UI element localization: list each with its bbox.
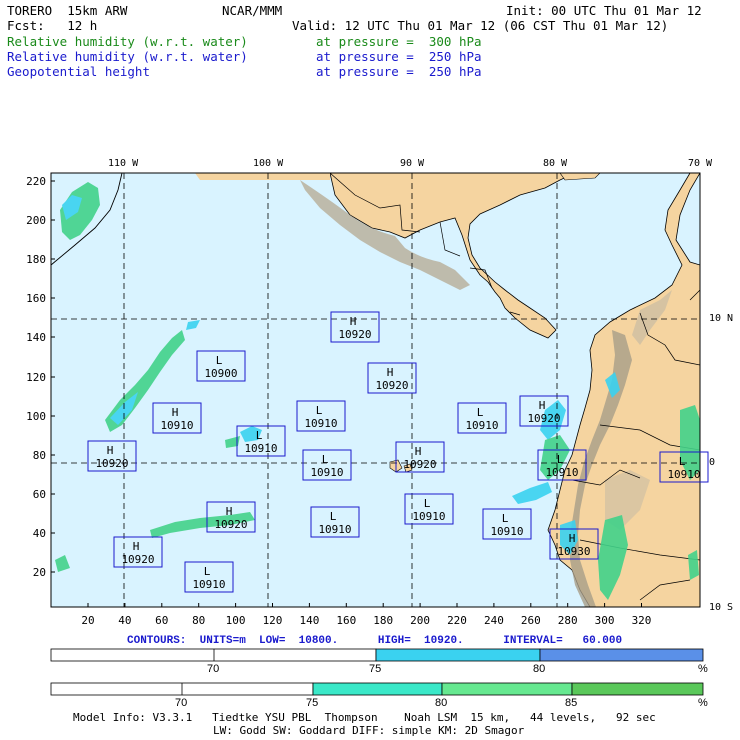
- colorbar-rh300-label-pct: %: [698, 697, 708, 709]
- model-physics: LW: Godd SW: Goddard DIFF: simple KM: 2D…: [213, 724, 525, 737]
- model-info: Model Info: V3.3.1 Tiedtke YSU PBL Thomp…: [73, 711, 656, 724]
- colorbar-rh250: [50, 648, 704, 662]
- colorbar-rh300: [50, 682, 704, 696]
- colorbar-rh300-label-70: 70: [175, 697, 188, 709]
- colorbar-rh250-label-70: 70: [207, 663, 220, 675]
- colorbar-rh300-label-85: 85: [565, 697, 578, 709]
- colorbars: [50, 648, 704, 696]
- colorbar-rh250-label-80: 80: [533, 663, 546, 675]
- colorbar-rh250-label-75: 75: [369, 663, 382, 675]
- colorbar-rh250-label-pct: %: [698, 663, 708, 675]
- colorbar-rh300-label-75: 75: [306, 697, 319, 709]
- colorbar-rh300-label-80: 80: [435, 697, 448, 709]
